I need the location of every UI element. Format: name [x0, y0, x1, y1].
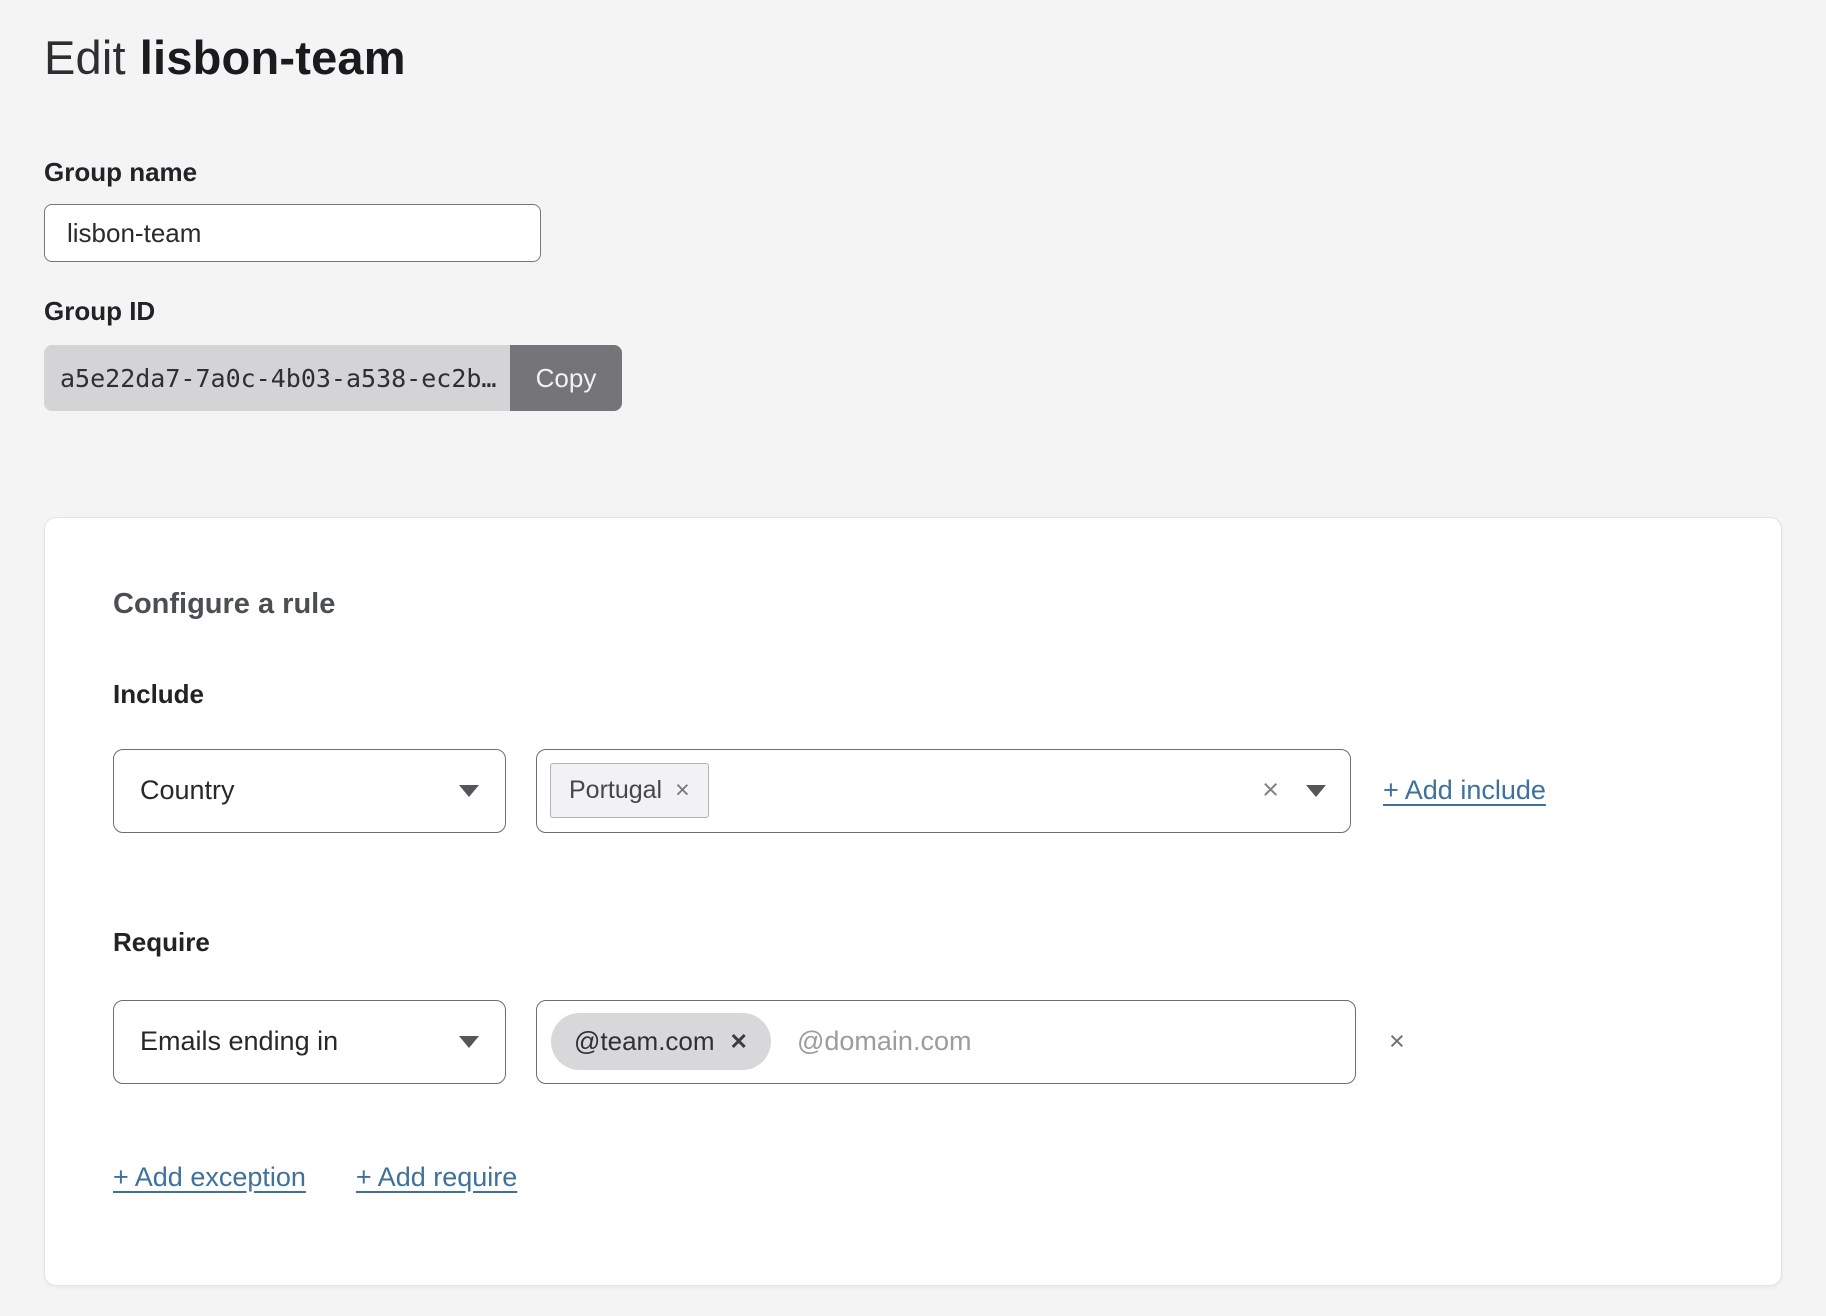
- domain-input[interactable]: [795, 1025, 1335, 1058]
- group-id-value: a5e22da7-7a0c-4b03-a538-ec2b…: [44, 345, 510, 411]
- group-id-row: a5e22da7-7a0c-4b03-a538-ec2b… Copy: [44, 345, 622, 411]
- chevron-down-icon: [459, 1036, 479, 1048]
- include-value-multiselect[interactable]: Portugal × ×: [536, 749, 1351, 833]
- multiselect-controls: ×: [1262, 776, 1326, 805]
- group-name-input[interactable]: [44, 204, 541, 262]
- rule-links-row: + Add exception + Add require: [113, 1162, 1713, 1193]
- require-tag-label: @team.com: [574, 1026, 715, 1057]
- require-tag[interactable]: @team.com ✕: [551, 1013, 771, 1070]
- remove-rule-icon[interactable]: ×: [1389, 1028, 1405, 1055]
- remove-tag-icon[interactable]: ✕: [730, 1029, 748, 1055]
- clear-selection-icon[interactable]: ×: [1262, 776, 1279, 805]
- rule-card-heading: Configure a rule: [113, 588, 1713, 621]
- page-title-group-name: lisbon-team: [140, 30, 406, 85]
- page-title: Edit lisbon-team: [44, 30, 1782, 85]
- include-rule-row: Country Portugal × × + Add include: [113, 749, 1713, 833]
- add-include-link[interactable]: + Add include: [1383, 775, 1546, 806]
- chevron-down-icon: [459, 785, 479, 797]
- add-exception-link[interactable]: + Add exception: [113, 1162, 306, 1193]
- include-selected-option: Country: [140, 775, 235, 806]
- edit-group-page: Edit lisbon-team Group name Group ID a5e…: [0, 0, 1826, 1316]
- require-label: Require: [113, 927, 1713, 958]
- chevron-down-icon[interactable]: [1306, 785, 1326, 797]
- require-value-input[interactable]: @team.com ✕: [536, 1000, 1356, 1084]
- require-rule-row: Emails ending in @team.com ✕ ×: [113, 1000, 1713, 1084]
- include-label: Include: [113, 679, 1713, 710]
- remove-tag-icon[interactable]: ×: [675, 778, 690, 803]
- page-title-action: Edit: [44, 30, 126, 85]
- rule-card: Configure a rule Include Country Portuga…: [44, 517, 1782, 1286]
- copy-button[interactable]: Copy: [510, 345, 622, 411]
- require-selected-option: Emails ending in: [140, 1026, 338, 1057]
- include-selector-dropdown[interactable]: Country: [113, 749, 506, 833]
- require-selector-dropdown[interactable]: Emails ending in: [113, 1000, 506, 1084]
- group-id-label: Group ID: [44, 296, 1782, 327]
- include-tag[interactable]: Portugal ×: [550, 763, 709, 818]
- group-name-label: Group name: [44, 157, 1782, 188]
- include-tag-label: Portugal: [569, 776, 662, 805]
- add-require-link[interactable]: + Add require: [356, 1162, 517, 1193]
